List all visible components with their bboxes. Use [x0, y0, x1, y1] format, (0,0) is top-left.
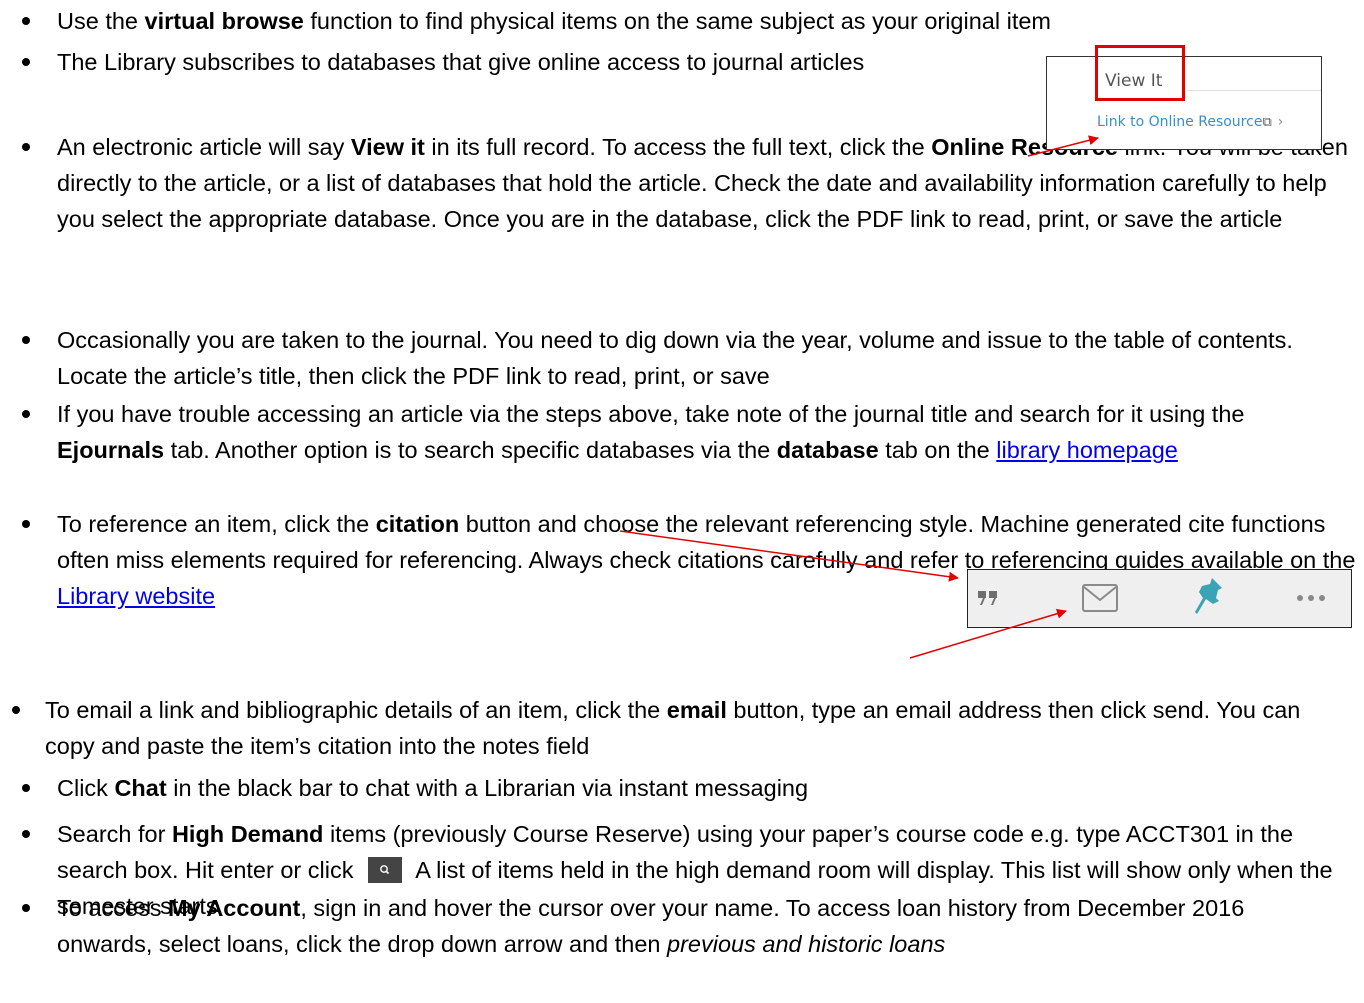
- bullet-dot: [22, 143, 30, 151]
- bullet-text: Use the virtual browse function to find …: [57, 8, 1052, 34]
- bullet-dot: [22, 336, 30, 344]
- bullet-dot: [22, 520, 30, 528]
- view-it-title: View It: [1105, 71, 1163, 91]
- bullet-text: Occasionally you are taken to the journa…: [57, 327, 1293, 389]
- divider: [1187, 90, 1321, 91]
- bullet-text: To access My Account, sign in and hover …: [57, 895, 1245, 957]
- view-it-screenshot: View It Link to Online Resource⧉ ›: [1046, 45, 1322, 150]
- citation-icon[interactable]: [970, 570, 1008, 626]
- bullet-dot: [22, 784, 30, 792]
- bullet-text: If you have trouble accessing an article…: [57, 401, 1245, 463]
- more-icon[interactable]: [1290, 570, 1332, 626]
- email-icon[interactable]: [1072, 570, 1128, 626]
- bullet-text: To email a link and bibliographic detail…: [45, 697, 1301, 759]
- search-button-icon: [368, 856, 402, 883]
- bullet-dot: [22, 410, 30, 418]
- bullet-dot: [22, 17, 30, 25]
- chevron-right-icon: ›: [1277, 114, 1284, 130]
- bullet-text: Click Chat in the black bar to chat with…: [57, 775, 809, 801]
- pin-icon[interactable]: [1186, 570, 1232, 626]
- external-link-icon: ⧉: [1262, 115, 1272, 130]
- bullet-text: The Library subscribes to databases that…: [57, 49, 865, 75]
- bullet-dot: [12, 706, 20, 714]
- bullet-dot: [22, 58, 30, 66]
- bullet-dot: [22, 904, 30, 912]
- bullet-dot: [22, 830, 30, 838]
- online-resource-link[interactable]: Link to Online Resource⧉ ›: [1097, 113, 1283, 132]
- library-homepage-link[interactable]: library homepage: [996, 437, 1178, 463]
- library-website-link[interactable]: Library website: [57, 583, 215, 609]
- action-bar-screenshot: [967, 569, 1352, 628]
